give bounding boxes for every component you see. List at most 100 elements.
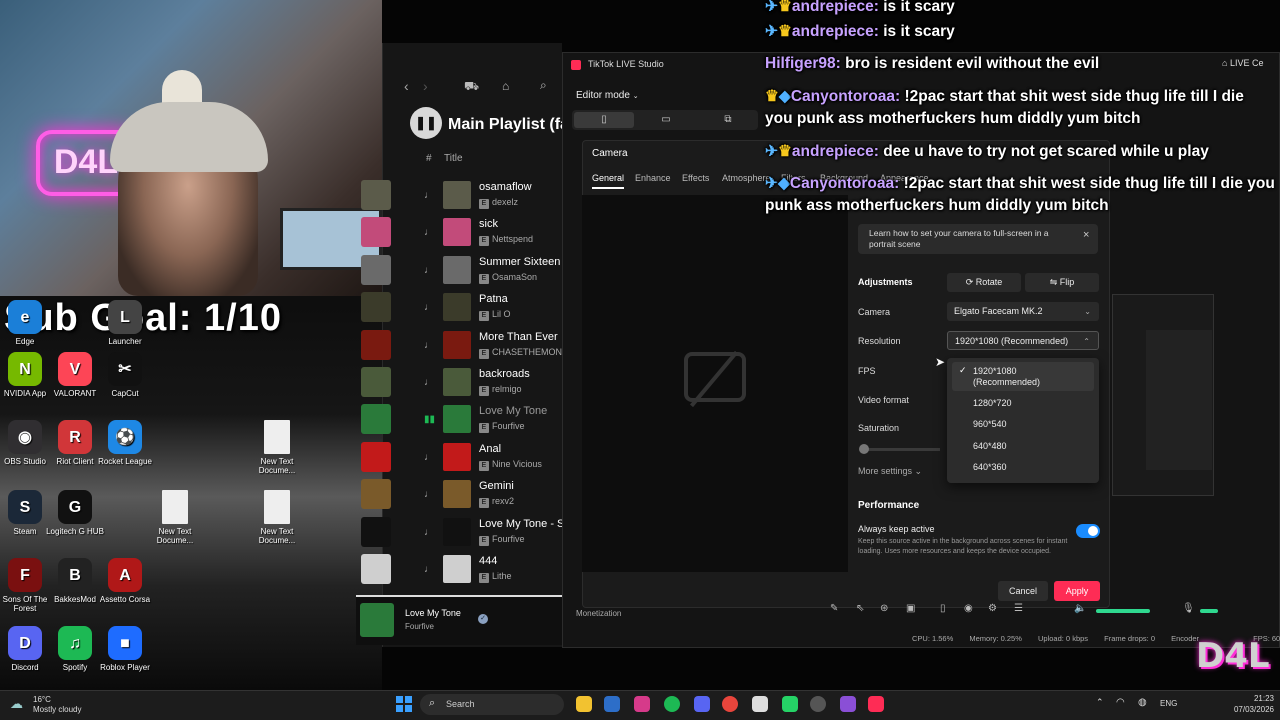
- more-settings-toggle[interactable]: More settings ⌄: [858, 466, 922, 477]
- desktop-icon[interactable]: ✂ CapCut: [92, 352, 158, 398]
- sidebar-thumbnail[interactable]: [361, 479, 391, 510]
- desktop-icon[interactable]: e Edge: [0, 300, 58, 346]
- track-row[interactable]: ♩ Summer Sixteen E OsamaSon: [420, 253, 562, 290]
- saturation-slider[interactable]: [860, 448, 940, 451]
- layers-icon[interactable]: ☰: [1014, 603, 1023, 614]
- cart-icon[interactable]: ⛟: [464, 79, 479, 95]
- resolution-select[interactable]: 1920*1080 (Recommended) ⌃: [947, 331, 1099, 350]
- saturation-slider-handle[interactable]: [859, 444, 869, 454]
- home-icon[interactable]: ⌂: [502, 79, 509, 93]
- desktop-icon[interactable]: A Assetto Corsa: [92, 558, 158, 604]
- track-row[interactable]: ♩ Love My Tone - Sl E Fourfive: [420, 515, 563, 552]
- track-row[interactable]: ♩ Patna E Lil O: [420, 290, 562, 327]
- dual-mode-button[interactable]: ⧉: [698, 112, 758, 128]
- track-row[interactable]: ♩ sick E Nettspend: [420, 215, 562, 252]
- desktop-icon[interactable]: New Text Docume...: [244, 420, 310, 475]
- tiktok-live-icon[interactable]: [868, 696, 884, 712]
- tray-chevron-icon[interactable]: ⌃: [1096, 697, 1104, 708]
- sidebar-thumbnail[interactable]: [361, 292, 391, 323]
- wifi-icon[interactable]: ◠: [1116, 697, 1125, 708]
- weather-desc: Mostly cloudy: [33, 705, 82, 714]
- track-row[interactable]: ♩ Anal E Nine Vicious: [420, 440, 562, 477]
- steam-tray-icon[interactable]: ◍: [1138, 697, 1147, 708]
- cancel-button[interactable]: Cancel: [998, 581, 1048, 601]
- rotate-button[interactable]: ⟳ Rotate: [947, 273, 1021, 292]
- microphone-icon[interactable]: 🎙: [1182, 603, 1195, 614]
- tab-effects[interactable]: Effects: [682, 173, 709, 183]
- camera-select[interactable]: Elgato Facecam MK.2 ⌄: [947, 302, 1099, 321]
- app-icon: [264, 490, 290, 524]
- resolution-option[interactable]: 1920*1080 (Recommended): [973, 366, 1053, 388]
- desktop-icon[interactable]: New Text Docume...: [244, 490, 310, 545]
- close-icon[interactable]: ×: [1083, 229, 1089, 241]
- sidebar-thumbnail[interactable]: [361, 367, 391, 397]
- landscape-mode-button[interactable]: ▭: [636, 112, 696, 128]
- track-row[interactable]: ♩ osamaflow Edexelz: [420, 178, 562, 215]
- desktop-icon[interactable]: ■ Roblox Player: [92, 626, 158, 672]
- sidebar-thumbnail[interactable]: [361, 329, 391, 360]
- instagram-icon[interactable]: [634, 696, 650, 712]
- start-button[interactable]: [396, 696, 412, 712]
- track-row[interactable]: ♩ 444 E Lithe: [420, 552, 562, 589]
- file-explorer-icon[interactable]: [576, 696, 592, 712]
- search-icon[interactable]: ⌕: [540, 78, 547, 93]
- pause-button[interactable]: ❚❚: [410, 107, 442, 139]
- track-row[interactable]: ♩ Gemini Erexv2: [420, 477, 562, 514]
- editor-mode-dropdown[interactable]: Editor mode ⌄: [576, 90, 639, 101]
- track-row[interactable]: ♩ backroads Erelmigo: [420, 365, 562, 402]
- app-icon[interactable]: [840, 696, 856, 712]
- pen-icon[interactable]: ✎: [830, 603, 838, 614]
- filter-icon[interactable]: ⊛: [880, 603, 888, 614]
- desktop-icon[interactable]: G Logitech G HUB: [42, 490, 108, 536]
- sidebar-thumbnail[interactable]: [361, 254, 391, 285]
- spotify-icon[interactable]: [664, 696, 680, 712]
- screen-icon[interactable]: ▣: [906, 603, 915, 614]
- obs-icon[interactable]: [810, 696, 826, 712]
- weather-widget[interactable]: 16°C Mostly cloudy: [33, 695, 81, 715]
- sidebar-thumbnail[interactable]: [361, 180, 391, 210]
- phone-icon[interactable]: ▯: [940, 603, 946, 614]
- desktop-icon[interactable]: New Text Docume...: [142, 490, 208, 545]
- back-icon[interactable]: ‹: [404, 78, 409, 94]
- settings-icon[interactable]: ⚙: [988, 603, 997, 614]
- resolution-option[interactable]: 960*540: [973, 419, 1007, 430]
- chrome-icon[interactable]: [722, 696, 738, 712]
- sidebar-thumbnail[interactable]: [361, 554, 391, 584]
- tab-general[interactable]: General: [592, 173, 624, 183]
- pointer-icon[interactable]: ⇖: [856, 603, 864, 614]
- resolution-option[interactable]: 1280*720: [973, 398, 1012, 409]
- pc-icon[interactable]: [752, 696, 768, 712]
- clock[interactable]: 21:23 07/03/2026: [1222, 693, 1274, 715]
- flip-button[interactable]: ⇋ Flip: [1025, 273, 1099, 292]
- portrait-mode-button[interactable]: ▯: [574, 112, 634, 128]
- discord-icon[interactable]: [694, 696, 710, 712]
- taskbar-search[interactable]: Search: [420, 694, 564, 715]
- desktop-icon[interactable]: L Launcher: [92, 300, 158, 346]
- store-icon[interactable]: [604, 696, 620, 712]
- resolution-option[interactable]: 640*480: [973, 441, 1007, 452]
- desktop-audio-meter[interactable]: [1096, 609, 1150, 613]
- explicit-badge: E: [479, 498, 489, 509]
- desktop-icon[interactable]: ⚽ Rocket League: [92, 420, 158, 466]
- tab-atmosphere[interactable]: Atmosphere: [722, 173, 771, 183]
- record-icon[interactable]: ◉: [964, 603, 973, 614]
- sidebar-thumbnail[interactable]: [361, 404, 391, 435]
- check-icon[interactable]: ✓: [478, 614, 488, 624]
- apply-button[interactable]: Apply: [1054, 581, 1100, 601]
- whatsapp-icon[interactable]: [782, 696, 798, 712]
- tab-enhance[interactable]: Enhance: [635, 173, 671, 183]
- language-indicator[interactable]: ENG: [1160, 699, 1177, 708]
- mic-audio-meter[interactable]: [1200, 609, 1218, 613]
- forward-icon[interactable]: ›: [423, 78, 428, 94]
- always-keep-active-toggle[interactable]: [1076, 524, 1100, 538]
- sidebar-thumbnail[interactable]: [361, 217, 391, 248]
- track-title: Gemini: [479, 480, 514, 493]
- sidebar-thumbnail[interactable]: [361, 441, 391, 472]
- volume-icon[interactable]: 🔈: [1074, 603, 1086, 614]
- resolution-option[interactable]: 640*360: [973, 462, 1007, 473]
- app-icon: ♫: [58, 626, 92, 660]
- track-row[interactable]: ♩ More Than Ever ECHASETHEMONEY: [420, 328, 563, 365]
- desktop-icon-label: CapCut: [111, 389, 139, 398]
- track-row[interactable]: ▮▮ Love My Tone E Fourfive: [420, 402, 562, 439]
- sidebar-thumbnail[interactable]: [361, 516, 391, 547]
